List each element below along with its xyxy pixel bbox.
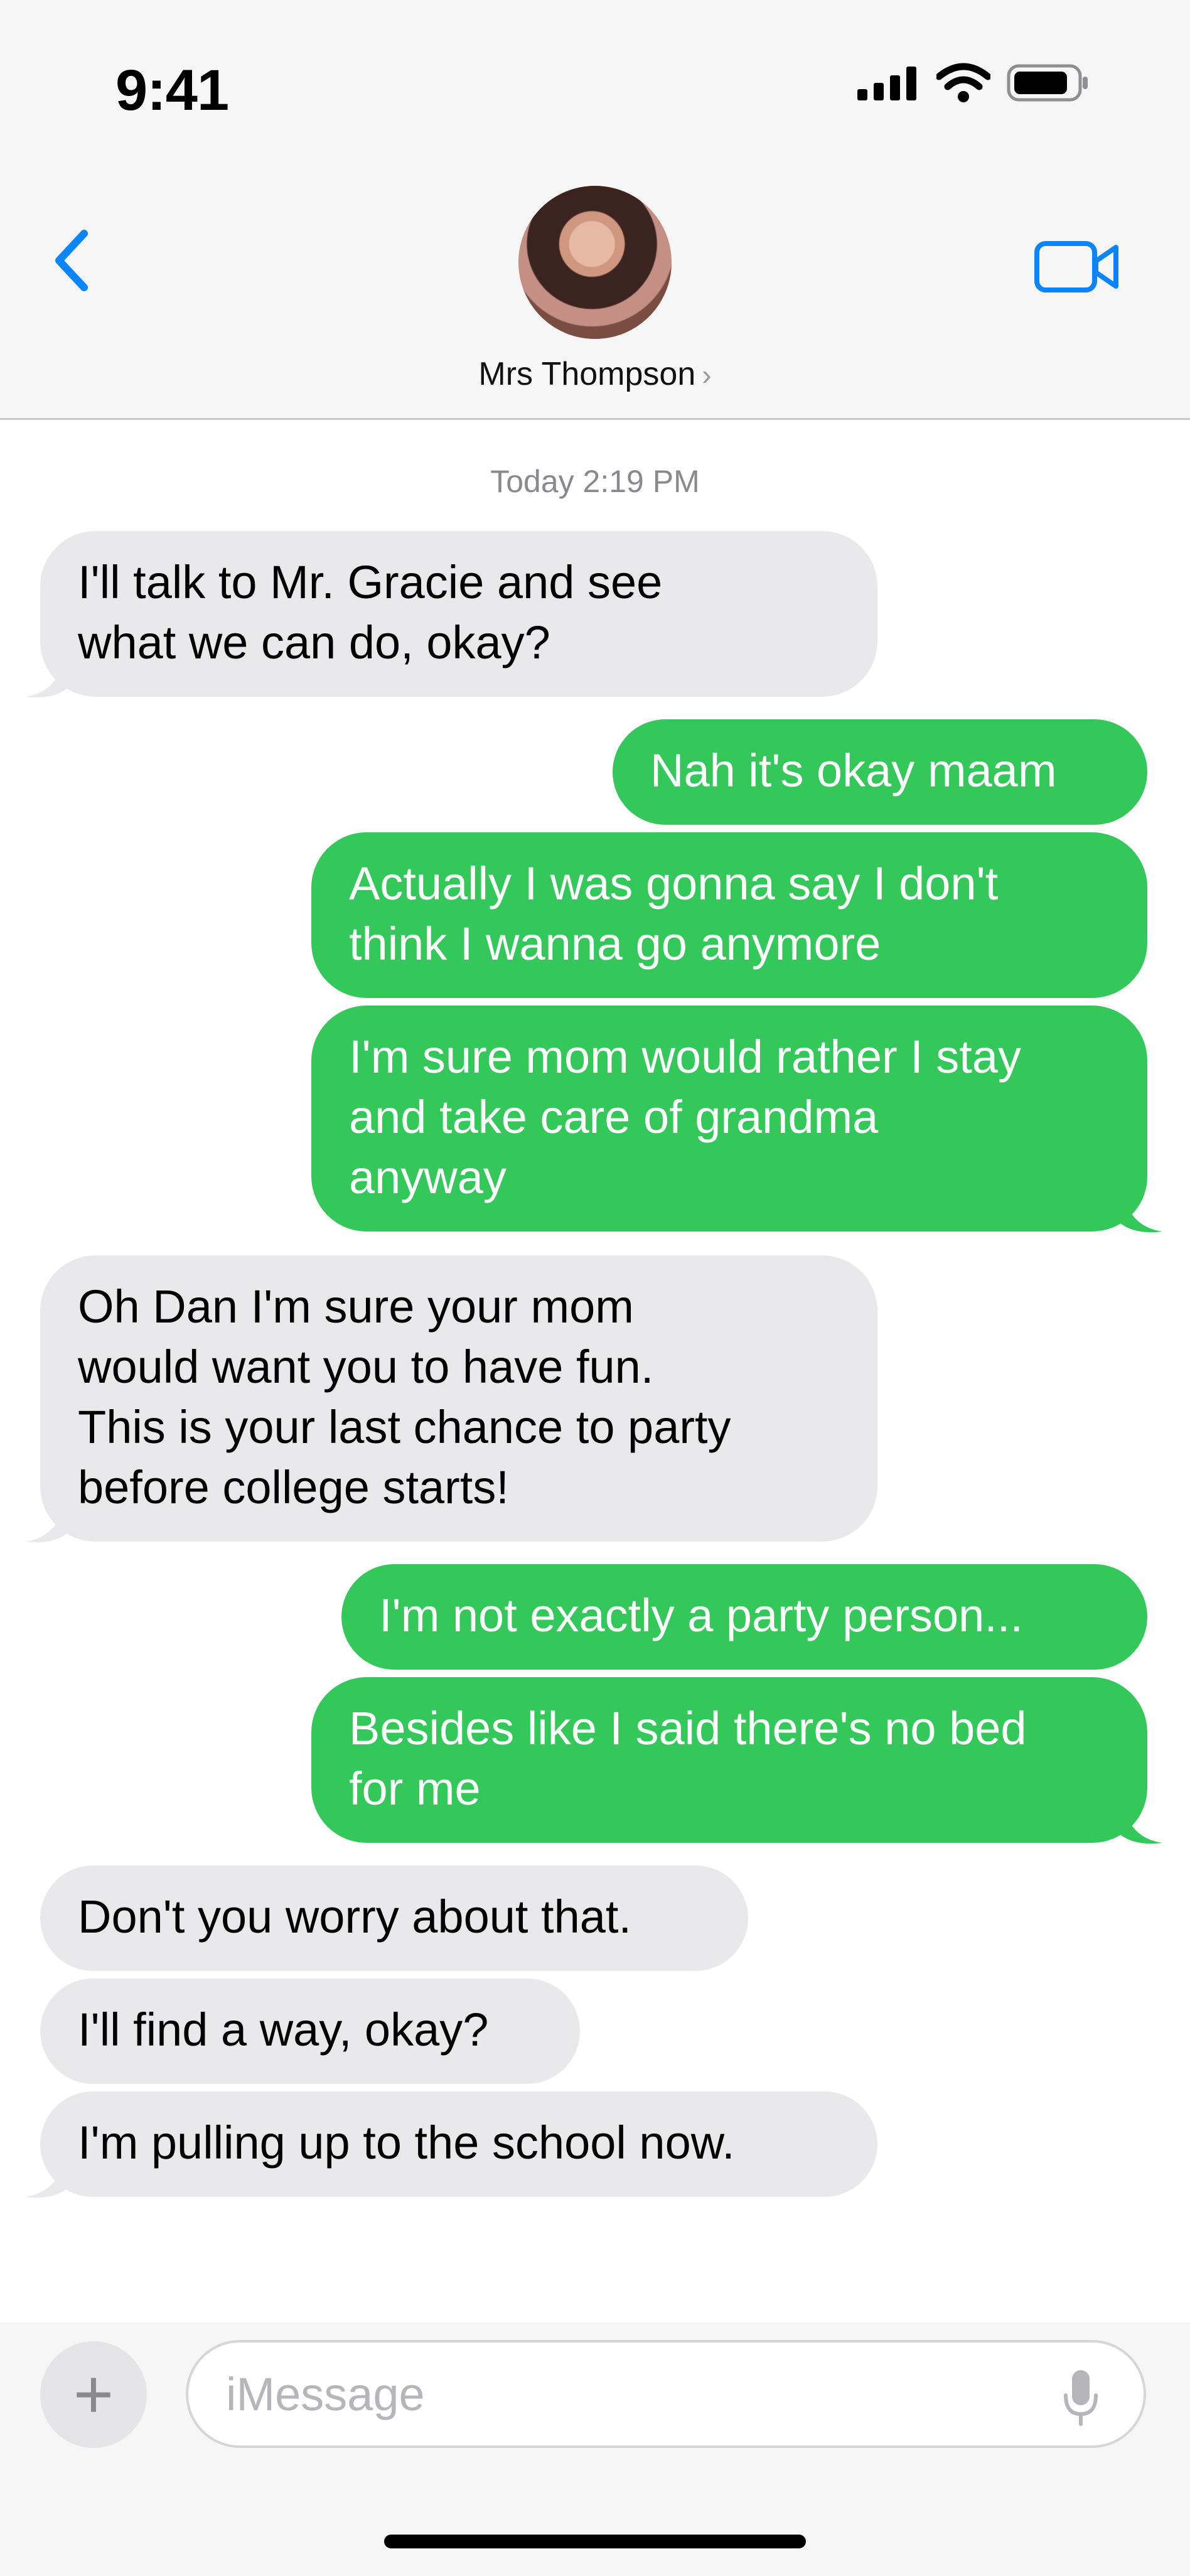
video-camera-icon[interactable] [1033,239,1121,295]
signal-icon [857,67,916,100]
contact-name-row[interactable]: Mrs Thompson › [0,355,1190,393]
message-incoming[interactable]: I'll find a way, okay? [40,1978,580,2084]
message-input-placeholder: iMessage [226,2368,425,2420]
message-outgoing[interactable]: Nah it's okay maam [613,719,1147,825]
conversation-header: 9:41 Mrs Thompson › [0,0,1190,420]
message-incoming[interactable]: Don't you worry about that. [40,1865,748,1971]
message-input[interactable]: iMessage [186,2340,1146,2448]
battery-icon [1007,64,1088,102]
home-indicator [384,2535,806,2548]
contact-avatar[interactable] [518,186,672,339]
back-chevron-icon[interactable] [45,226,102,295]
bubble-tail [1118,1810,1162,1844]
bubble-tail [1118,1199,1162,1233]
message-outgoing[interactable]: I'm not exactly a party person... [341,1564,1147,1670]
status-time: 9:41 [115,58,229,122]
bubble-tail [25,2164,69,2198]
contact-chevron: › [702,358,712,391]
status-icons [857,63,1090,103]
wifi-icon [936,63,990,102]
microphone-icon[interactable] [1062,2368,1100,2428]
message-incoming[interactable]: Oh Dan I'm sure your mom would want you … [40,1255,877,1542]
message-incoming[interactable]: I'm pulling up to the school now. [40,2091,877,2197]
message-incoming[interactable]: I'll talk to Mr. Gracie and see what we … [40,531,877,697]
message-outgoing[interactable]: I'm sure mom would rather I stay and tak… [311,1006,1147,1232]
bubble-tail [25,664,69,698]
contact-name[interactable]: Mrs Thompson [478,356,695,392]
message-outgoing[interactable]: Actually I was gonna say I don't think I… [311,832,1147,998]
bubble-tail [25,1509,69,1543]
add-attachment-button[interactable]: + [40,2341,147,2448]
timestamp: Today 2:19 PM [490,464,700,499]
message-outgoing[interactable]: Besides like I said there's no bed for m… [311,1677,1147,1843]
